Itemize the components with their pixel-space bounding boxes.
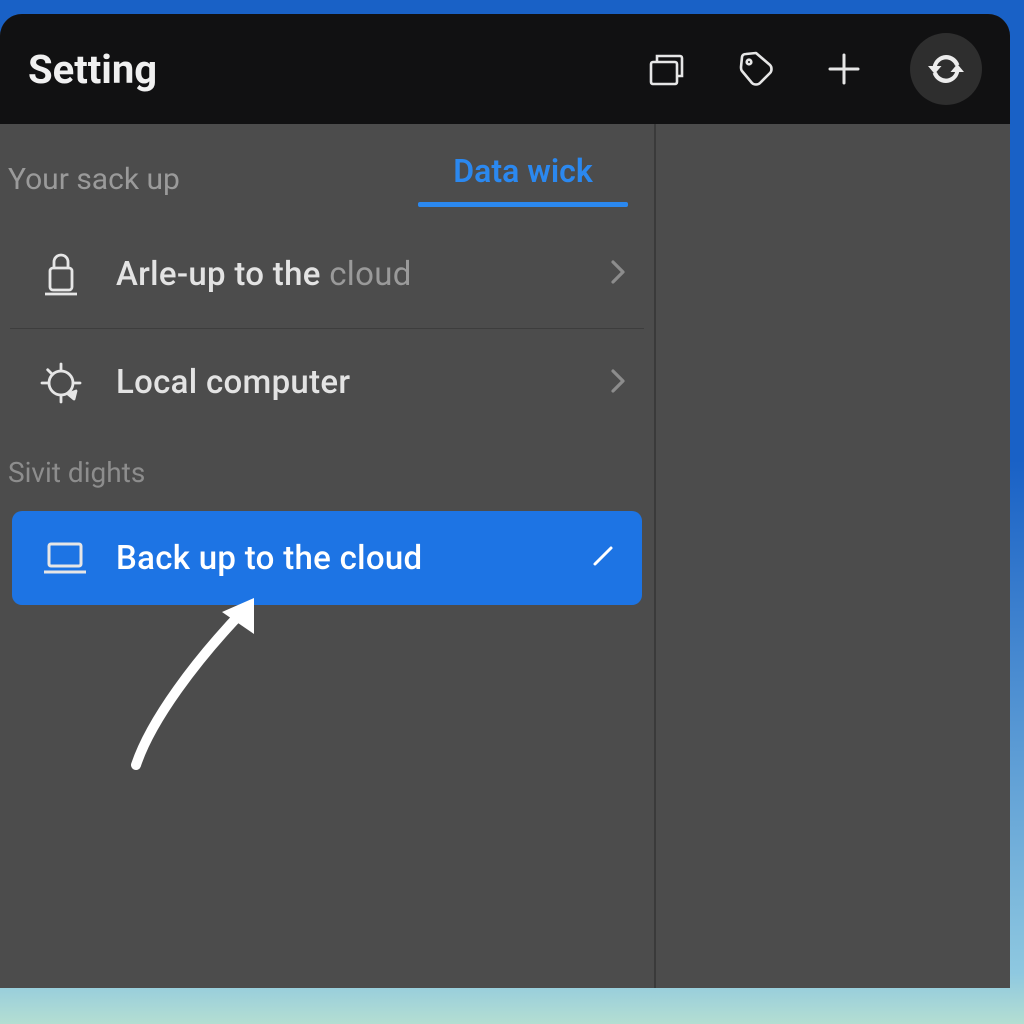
- tag-icon[interactable]: [734, 47, 778, 91]
- lock-icon: [34, 247, 88, 301]
- gear-icon: [34, 356, 88, 410]
- backup-options-list: Arle-up to the cloud: [0, 220, 654, 436]
- titlebar: Setting: [0, 14, 1010, 124]
- titlebar-actions: [646, 33, 982, 105]
- app-window: Setting: [0, 14, 1010, 988]
- tab-underline: [418, 202, 628, 207]
- tab-data-wick[interactable]: Data wick: [418, 152, 628, 207]
- backup-cloud-label: Back up to the cloud: [116, 539, 590, 578]
- chevron-right-icon: [608, 257, 628, 291]
- settings-right-pane: [656, 124, 1010, 988]
- collections-icon[interactable]: [646, 47, 690, 91]
- settings-left-pane: Your sack up Data wick: [0, 124, 656, 988]
- list-item-label: Local computer: [116, 363, 608, 402]
- section-header-row: Your sack up Data wick: [0, 152, 654, 206]
- list-item-label: Arle-up to the cloud: [116, 255, 608, 294]
- add-button[interactable]: [822, 47, 866, 91]
- tab-label: Data wick: [453, 152, 592, 202]
- laptop-icon: [38, 531, 92, 585]
- list-item-local-computer[interactable]: Local computer: [10, 328, 644, 436]
- sync-button[interactable]: [910, 33, 982, 105]
- section-label-backup: Your sack up: [8, 162, 180, 197]
- edit-icon: [590, 543, 616, 573]
- page-title: Setting: [28, 46, 632, 93]
- chevron-right-icon: [608, 366, 628, 400]
- section-label-devices: Sivit dights: [0, 436, 654, 505]
- content-area: Your sack up Data wick: [0, 124, 1010, 988]
- backup-cloud-button[interactable]: Back up to the cloud: [12, 511, 642, 605]
- list-item-cloud-backup[interactable]: Arle-up to the cloud: [0, 220, 654, 328]
